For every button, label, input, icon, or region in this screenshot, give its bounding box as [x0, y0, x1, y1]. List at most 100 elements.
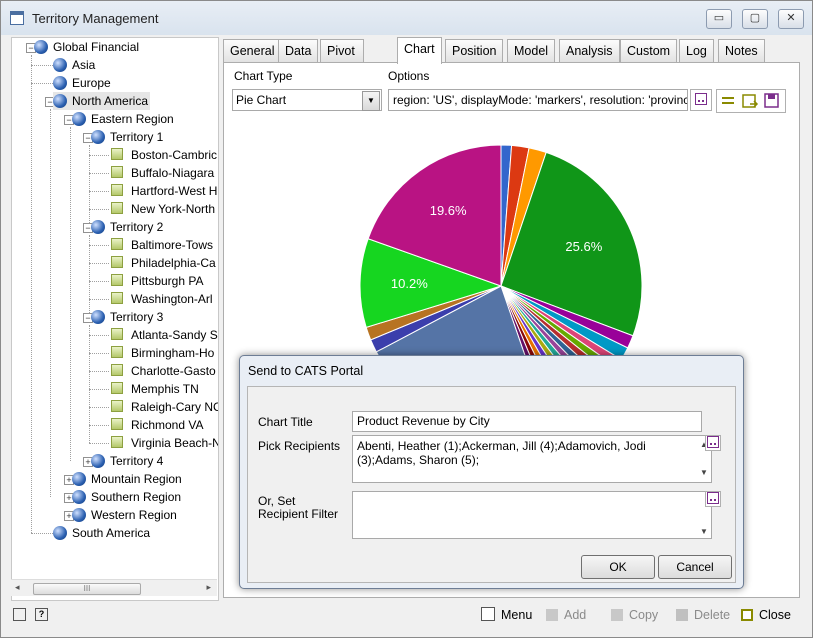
- city-icon: [111, 346, 123, 358]
- city-icon: [111, 166, 123, 178]
- options-ellipsis-button[interactable]: [690, 89, 712, 111]
- title-bar: Territory Management ▭ ▢ ✕: [1, 1, 812, 35]
- tree-node-south-america[interactable]: South America: [53, 524, 150, 542]
- window-title: Territory Management: [32, 11, 159, 26]
- tree-leaf[interactable]: Raleigh-Cary NC: [111, 398, 218, 416]
- tree-node-southern-region[interactable]: Southern Region: [72, 488, 181, 506]
- tree-leaf[interactable]: Washington-Arl: [111, 290, 213, 308]
- ok-button[interactable]: OK: [581, 555, 655, 579]
- chart-type-label: Chart Type: [234, 69, 293, 83]
- tree-leaf[interactable]: Pittsburgh PA: [111, 272, 203, 290]
- city-icon: [111, 184, 123, 196]
- dialog-body: Chart Title Product Revenue by City Pick…: [247, 386, 736, 583]
- recipient-filter-button[interactable]: [705, 491, 721, 507]
- territory-tree: − Global Financial Asia Europe − North A…: [11, 37, 219, 601]
- tab-position[interactable]: Position: [445, 39, 504, 62]
- copy-button[interactable]: Copy: [611, 607, 658, 623]
- tree-leaf[interactable]: Hartford-West H: [111, 182, 217, 200]
- maximize-button[interactable]: ▢: [742, 9, 768, 29]
- tab-notes[interactable]: Notes: [718, 39, 765, 62]
- options-label: Options: [388, 69, 430, 83]
- delete-icon: [676, 609, 688, 621]
- chart-title-input[interactable]: Product Revenue by City: [352, 411, 702, 432]
- recipients-textarea[interactable]: Abenti, Heather (1);Ackerman, Jill (4);A…: [352, 435, 712, 483]
- globe-icon: [91, 310, 105, 324]
- tree-node-eastern-region[interactable]: Eastern Region: [72, 110, 174, 128]
- tree-leaf[interactable]: Birmingham-Ho: [111, 344, 214, 362]
- tab-log[interactable]: Log: [679, 39, 714, 62]
- cancel-button[interactable]: Cancel: [658, 555, 732, 579]
- tree-leaf[interactable]: Virginia Beach-N: [111, 434, 218, 452]
- city-icon: [111, 274, 123, 286]
- city-icon: [111, 328, 123, 340]
- close-button[interactable]: Close: [741, 607, 791, 623]
- tree-leaf[interactable]: Philadelphia-Ca: [111, 254, 216, 272]
- tree-leaf[interactable]: Charlotte-Gasto: [111, 362, 216, 380]
- options-input[interactable]: region: 'US', displayMode: 'markers', re…: [388, 89, 688, 111]
- tab-custom[interactable]: Custom: [620, 39, 678, 62]
- globe-icon: [72, 112, 86, 126]
- tab-general[interactable]: General: [223, 39, 282, 62]
- globe-icon: [34, 40, 48, 54]
- tree-leaf[interactable]: Boston-Cambric: [111, 146, 217, 164]
- chart-type-select[interactable]: Pie Chart ▼: [232, 89, 382, 111]
- tree-node-global-financial[interactable]: Global Financial: [34, 38, 139, 56]
- tree-node-territory-4[interactable]: Territory 4: [91, 452, 163, 470]
- close-window-button[interactable]: ✕: [778, 9, 804, 29]
- tree-leaf[interactable]: Baltimore-Tows: [111, 236, 213, 254]
- menu-button[interactable]: Menu: [481, 607, 532, 623]
- tree-node-territory-3[interactable]: Territory 3: [91, 308, 163, 326]
- recipient-filter-textarea[interactable]: ▼: [352, 491, 712, 539]
- tree-node-asia[interactable]: Asia: [53, 56, 95, 74]
- globe-icon: [53, 76, 67, 90]
- close-icon: [741, 609, 753, 621]
- tree-node-north-america[interactable]: North America: [53, 92, 151, 110]
- equals-icon[interactable]: [722, 97, 734, 104]
- city-icon: [111, 256, 123, 268]
- bottom-bar: ? Menu Add Copy Delete Close: [1, 599, 812, 637]
- save-icon[interactable]: [764, 93, 779, 108]
- chart-title-label: Chart Title: [258, 415, 313, 429]
- delete-button[interactable]: Delete: [676, 607, 730, 623]
- globe-icon: [53, 94, 67, 108]
- tree-node-western-region[interactable]: Western Region: [72, 506, 177, 524]
- minimize-button[interactable]: ▭: [706, 9, 732, 29]
- city-icon: [111, 418, 123, 430]
- tree-leaf[interactable]: Richmond VA: [111, 416, 203, 434]
- pick-recipients-button[interactable]: [705, 435, 721, 451]
- tree-node-europe[interactable]: Europe: [53, 74, 111, 92]
- tree-node-territory-1[interactable]: Territory 1: [91, 128, 163, 146]
- tree-node-mountain-region[interactable]: Mountain Region: [72, 470, 182, 488]
- pie-data-label: 19.6%: [430, 203, 467, 218]
- city-icon: [111, 202, 123, 214]
- tree-leaf[interactable]: Memphis TN: [111, 380, 199, 398]
- tab-analysis[interactable]: Analysis: [559, 39, 620, 62]
- dialog-title: Send to CATS Portal: [248, 364, 364, 378]
- chart-toolbar: [716, 89, 786, 113]
- globe-icon: [72, 472, 86, 486]
- ellipsis-icon: [707, 436, 719, 448]
- scroll-right-arrow-icon[interactable]: ▸: [206, 582, 211, 593]
- city-icon: [111, 364, 123, 376]
- city-icon: [111, 148, 123, 160]
- tab-pivot-table[interactable]: Pivot Table: [320, 39, 364, 80]
- export-icon[interactable]: [742, 94, 759, 108]
- tree-leaf[interactable]: Buffalo-Niagara: [111, 164, 214, 182]
- tree-leaf[interactable]: New York-North: [111, 200, 215, 218]
- tree-node-territory-2[interactable]: Territory 2: [91, 218, 163, 236]
- city-icon: [111, 238, 123, 250]
- window-icon: [10, 11, 24, 25]
- tab-data[interactable]: Data: [278, 39, 319, 62]
- tree-horizontal-scrollbar[interactable]: ◂ III ▸: [11, 579, 217, 596]
- ellipsis-icon: [695, 93, 707, 105]
- scrollbar-thumb[interactable]: III: [33, 583, 141, 595]
- tab-chart[interactable]: Chart: [397, 37, 442, 64]
- tree-leaf[interactable]: Atlanta-Sandy S: [111, 326, 218, 344]
- chevron-down-icon[interactable]: ▼: [362, 91, 380, 111]
- city-icon: [111, 292, 123, 304]
- add-button[interactable]: Add: [546, 607, 586, 623]
- scroll-left-arrow-icon[interactable]: ◂: [15, 582, 20, 593]
- menu-icon: [481, 607, 495, 621]
- tab-model[interactable]: Model: [507, 39, 556, 62]
- layout-icon[interactable]: [13, 608, 26, 621]
